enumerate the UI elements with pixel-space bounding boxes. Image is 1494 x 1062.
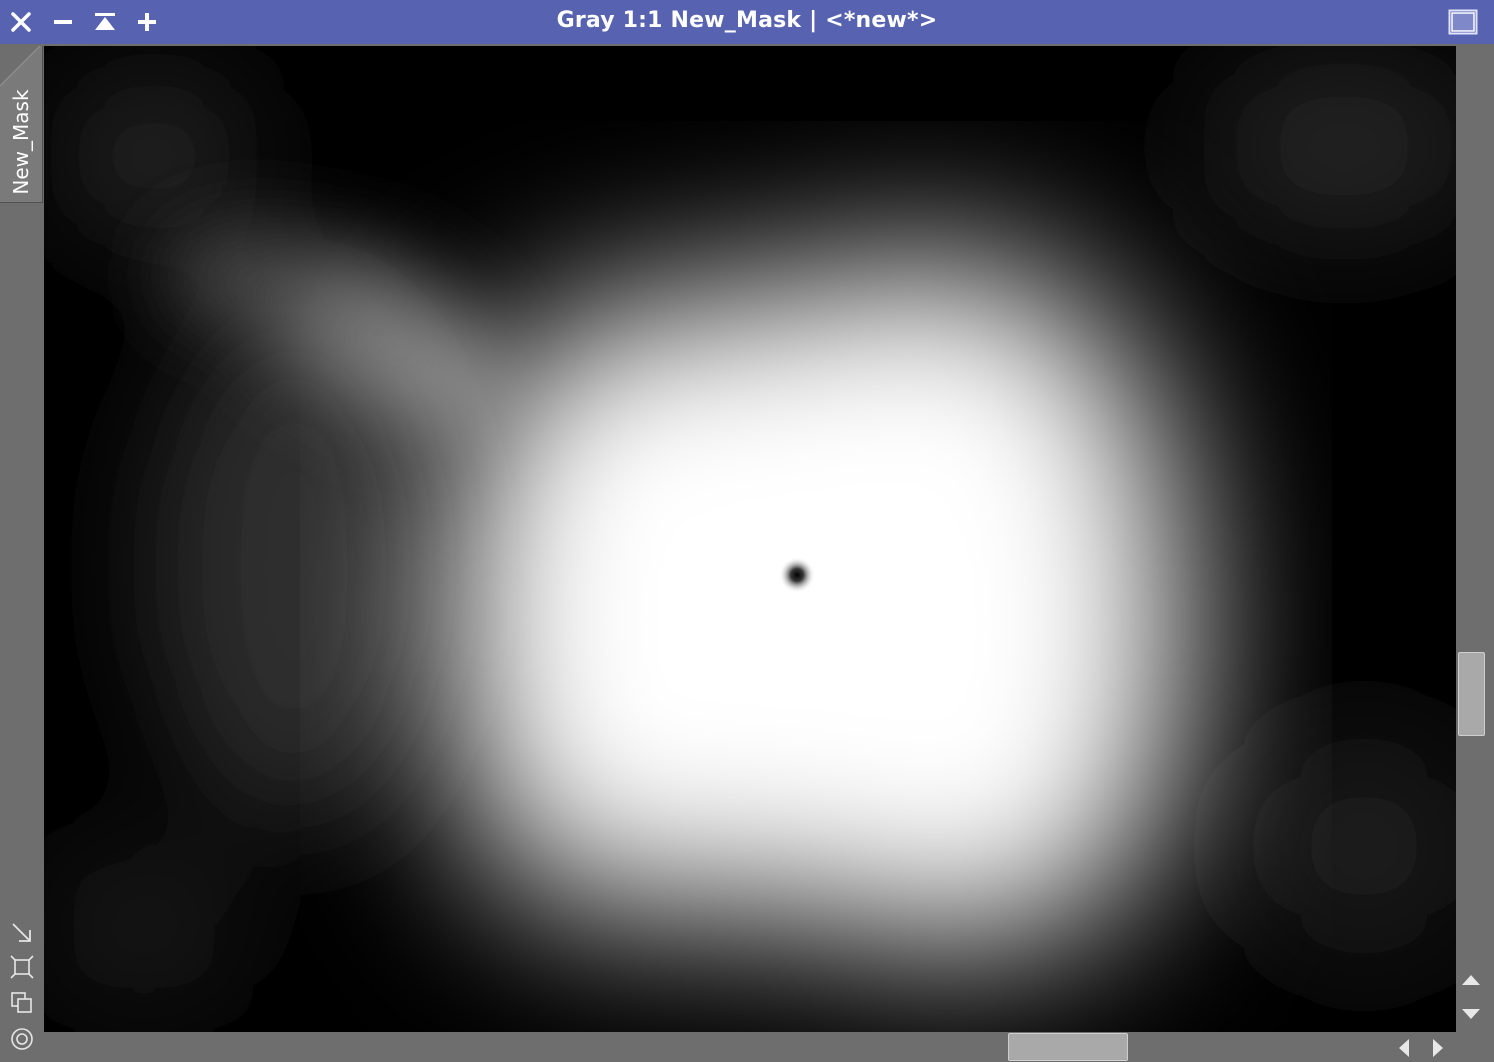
window-title: Gray 1:1 New_Mask | <*new*> [556,8,938,33]
target-icon[interactable] [9,1026,35,1052]
scroll-left-icon[interactable] [1396,1037,1412,1059]
vertical-scroll-thumb[interactable] [1458,652,1485,736]
scroll-up-icon[interactable] [1460,972,1482,988]
title-bar: Gray 1:1 New_Mask | <*new*> [0,0,1494,44]
scroll-right-icon[interactable] [1430,1037,1446,1059]
clone-view-icon[interactable] [9,990,35,1016]
zoom-to-fit-icon[interactable] [9,920,35,946]
fit-window-icon[interactable] [9,954,35,980]
view-tab[interactable]: New_Mask [0,46,43,203]
image-canvas[interactable] [44,46,1456,1032]
restore-window-button[interactable] [1446,6,1480,38]
vertical-scrollbar[interactable] [1456,46,1494,1032]
horizontal-scrollbar[interactable] [44,1032,1494,1062]
left-panel: New_Mask [0,46,44,1062]
view-tab-label: New_Mask [9,89,33,195]
dark-core [779,557,815,593]
horizontal-scroll-thumb[interactable] [1008,1033,1128,1061]
restore-window-icon [1448,9,1478,35]
bright-blob [447,258,1185,945]
mask-image [44,46,1456,1032]
scroll-down-icon[interactable] [1460,1006,1482,1022]
